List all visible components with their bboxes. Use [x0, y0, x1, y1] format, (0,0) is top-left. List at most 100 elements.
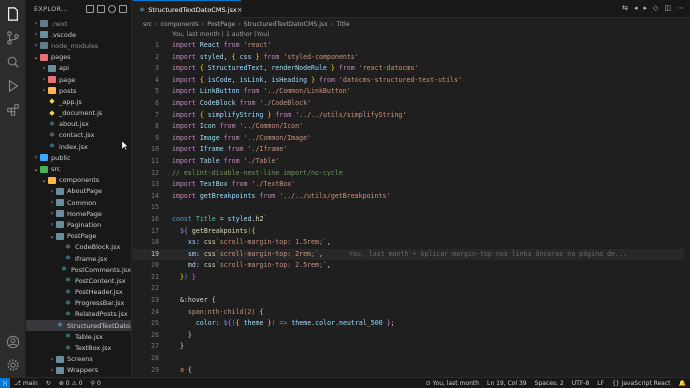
tree-file[interactable]: ⚛ StructuredTextDato... [26, 320, 131, 332]
cursor-position[interactable]: Ln 19, Col 39 [483, 380, 531, 387]
tree-folder[interactable]: ⌄ PostPage [26, 231, 131, 242]
code-line[interactable]: 18 xs: css`scroll-margin-top: 1.5rem;`, [133, 237, 690, 249]
tree-file[interactable]: ⚛ Iframe.jsx [26, 253, 131, 264]
tree-file[interactable]: ⚛ about.jsx [26, 119, 131, 130]
code-line[interactable]: 7 import { simplifyString } from '../../u… [133, 110, 690, 122]
tree-file[interactable]: ⚛ PostContent.jsx [26, 275, 131, 286]
branch-indicator[interactable]: ⎇ main [10, 380, 42, 387]
code-line[interactable]: 15 [133, 202, 690, 214]
code-line[interactable]: 6 import CodeBlock from './CodeBlock' [133, 98, 690, 110]
code-line[interactable]: 27 } [133, 341, 690, 353]
go-back-icon[interactable]: ◂ [634, 4, 638, 12]
tree-file[interactable]: ⚛ index.jsx [26, 141, 131, 152]
code-line[interactable]: 29 a { [133, 365, 690, 377]
tree-file[interactable]: ⚛ ProgressBar.jsx [26, 298, 131, 309]
tree-folder[interactable]: › AboutPage [26, 186, 131, 197]
tree-folder[interactable]: ⌄ pages [26, 52, 131, 63]
code-line[interactable]: 11 import Table from './Table' [133, 156, 690, 168]
gear-icon[interactable] [5, 357, 21, 373]
language-mode[interactable]: {} JavaScript React [608, 380, 674, 387]
tree-file[interactable]: ⚛ contact.jsx [26, 130, 131, 141]
compare-icon[interactable]: ⇆ [622, 4, 628, 12]
breadcrumb-item[interactable]: Title [336, 21, 349, 28]
end-of-line[interactable]: LF [593, 380, 608, 387]
tree-file[interactable]: ⚛ RelatedPosts.jsx [26, 309, 131, 320]
code-line[interactable]: 12 // eslint-disable-next-line import/no-… [133, 168, 690, 180]
tree-folder[interactable]: › api [26, 63, 131, 74]
breadcrumb-item[interactable]: src [143, 21, 152, 28]
code-line[interactable]: 1 import React from 'react' [133, 40, 690, 52]
open-changes-icon[interactable]: ◇ [653, 4, 658, 12]
tree-file[interactable]: ◆ _app.js [26, 96, 131, 107]
tree-file[interactable]: ⚛ PostHeader.jsx [26, 287, 131, 298]
tree-folder[interactable]: › Screens [26, 354, 131, 365]
tree-folder[interactable]: › node_modules [26, 40, 131, 51]
code-line[interactable]: 14 import getBreakpoints from '../../util… [133, 191, 690, 203]
new-file-icon[interactable] [86, 5, 94, 13]
code-line[interactable]: 23 &:hover { [133, 295, 690, 307]
breadcrumb-item[interactable]: components [161, 21, 199, 28]
breadcrumb-item[interactable]: StructuredTextDatoCMS.jsx [244, 21, 328, 28]
tree-folder[interactable]: › posts [26, 85, 131, 96]
code-line[interactable]: 22 [133, 283, 690, 295]
new-folder-icon[interactable] [97, 5, 105, 13]
tree-folder[interactable]: › Wrappers [26, 365, 131, 376]
tree-file[interactable]: ⚛ Table.jsx [26, 331, 131, 342]
tree-file[interactable]: ⚛ TextBox.jsx [26, 342, 131, 353]
tree-file[interactable]: ⚛ CodeBlock.jsx [26, 242, 131, 253]
codelens-blame[interactable]: You, last month | 1 author (You) [172, 30, 270, 40]
tree-folder[interactable]: › public [26, 152, 131, 163]
tree-folder[interactable]: › .vscode [26, 29, 131, 40]
code-line[interactable]: 13 import TextBox from './TextBox' [133, 179, 690, 191]
search-icon[interactable] [5, 54, 21, 70]
code-line[interactable]: 4 import { isCode, isLink, isHeading } fr… [133, 75, 690, 87]
code-line[interactable]: 8 import Icon from '../Common/Icon' [133, 121, 690, 133]
go-forward-icon[interactable]: ▸ [643, 4, 647, 12]
encoding[interactable]: UTF-8 [568, 380, 594, 387]
refresh-icon[interactable] [108, 5, 116, 13]
more-actions-icon[interactable]: ⋯ [677, 4, 684, 12]
tree-file[interactable]: ◆ _document.js [26, 108, 131, 119]
bell-icon[interactable]: 🔔 [675, 380, 690, 387]
extensions-icon[interactable] [5, 102, 21, 118]
problems-indicator[interactable]: ⊗ 0 ⚠ 0 [55, 380, 87, 387]
tree-folder[interactable]: › page [26, 74, 131, 85]
ports-indicator[interactable]: ⚲ 0 [87, 380, 105, 387]
code-line[interactable]: 17 ${ getBreakpoints({ [133, 226, 690, 238]
code-line[interactable]: 2 import styled, { css } from 'styled-com… [133, 52, 690, 64]
tree-folder[interactable]: ⌄ src [26, 163, 131, 174]
code-line[interactable]: 19 sm: css`scroll-margin-top: 2rem;`, You… [133, 248, 690, 261]
close-icon[interactable]: × [237, 6, 243, 14]
code-line[interactable]: 26 } [133, 330, 690, 342]
git-blame-status[interactable]: ⊙ You, last month [422, 380, 483, 387]
remote-indicator-icon[interactable]: ⟩⟨ [0, 377, 10, 388]
account-icon[interactable] [5, 334, 21, 350]
code-line[interactable]: 21 }) } [133, 272, 690, 284]
tree-folder[interactable]: › .next [26, 18, 131, 29]
sync-icon[interactable]: ↻ [42, 380, 55, 387]
minimap[interactable] [684, 30, 690, 377]
tree-folder[interactable]: › Common [26, 197, 131, 208]
code-line[interactable]: 25 color: ${({ theme }) => theme.color.n… [133, 318, 690, 330]
collapse-all-icon[interactable] [119, 5, 127, 13]
code-line[interactable]: 24 span:nth-child(2) { [133, 307, 690, 319]
tree-folder[interactable]: › HomePage [26, 208, 131, 219]
code-line[interactable]: 28 [133, 353, 690, 365]
code-line[interactable]: 16 const Title = styled.h2` [133, 214, 690, 226]
run-debug-icon[interactable] [5, 78, 21, 94]
code-line[interactable]: 5 import LinkButton from '../Common/LinkB… [133, 86, 690, 98]
tree-file[interactable]: ⚛ PostComments.jsx [26, 264, 131, 275]
code-editor[interactable]: You, last month | 1 author (You) 1 import… [133, 30, 690, 377]
indentation[interactable]: Spaces: 2 [531, 380, 568, 387]
source-control-icon[interactable] [5, 30, 21, 46]
code-line[interactable]: 20 md: css`scroll-margin-top: 2.5rem;`, [133, 260, 690, 272]
code-line[interactable]: 10 import Iframe from './Iframe' [133, 144, 690, 156]
explorer-icon[interactable] [5, 6, 21, 22]
split-editor-icon[interactable]: ◫ [664, 4, 671, 12]
tree-folder[interactable]: ⌄ components [26, 175, 131, 186]
tree-folder[interactable]: › Pagination [26, 219, 131, 230]
breadcrumb-item[interactable]: PostPage [207, 21, 235, 28]
code-line[interactable]: 3 import { StructuredText, renderNodeRule… [133, 63, 690, 75]
tab-structured-text-datocms[interactable]: ⚛ StructuredTextDatoCMS.jsx × [133, 0, 243, 18]
code-line[interactable]: 9 import Image from '../Common/Image' [133, 133, 690, 145]
